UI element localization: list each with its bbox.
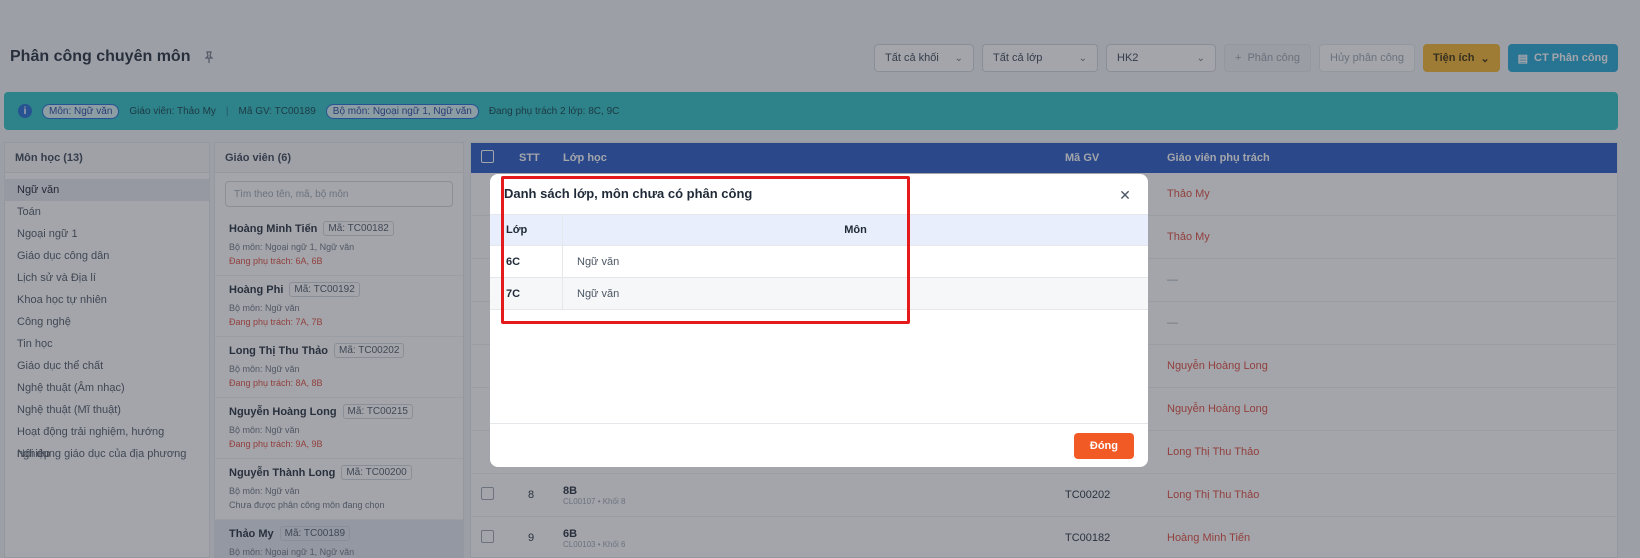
close-button[interactable]: Đóng <box>1073 433 1134 459</box>
dialog-footer: Đóng <box>490 423 1148 467</box>
close-icon[interactable]: ✕ <box>1116 186 1134 204</box>
highlight-box <box>501 176 910 324</box>
